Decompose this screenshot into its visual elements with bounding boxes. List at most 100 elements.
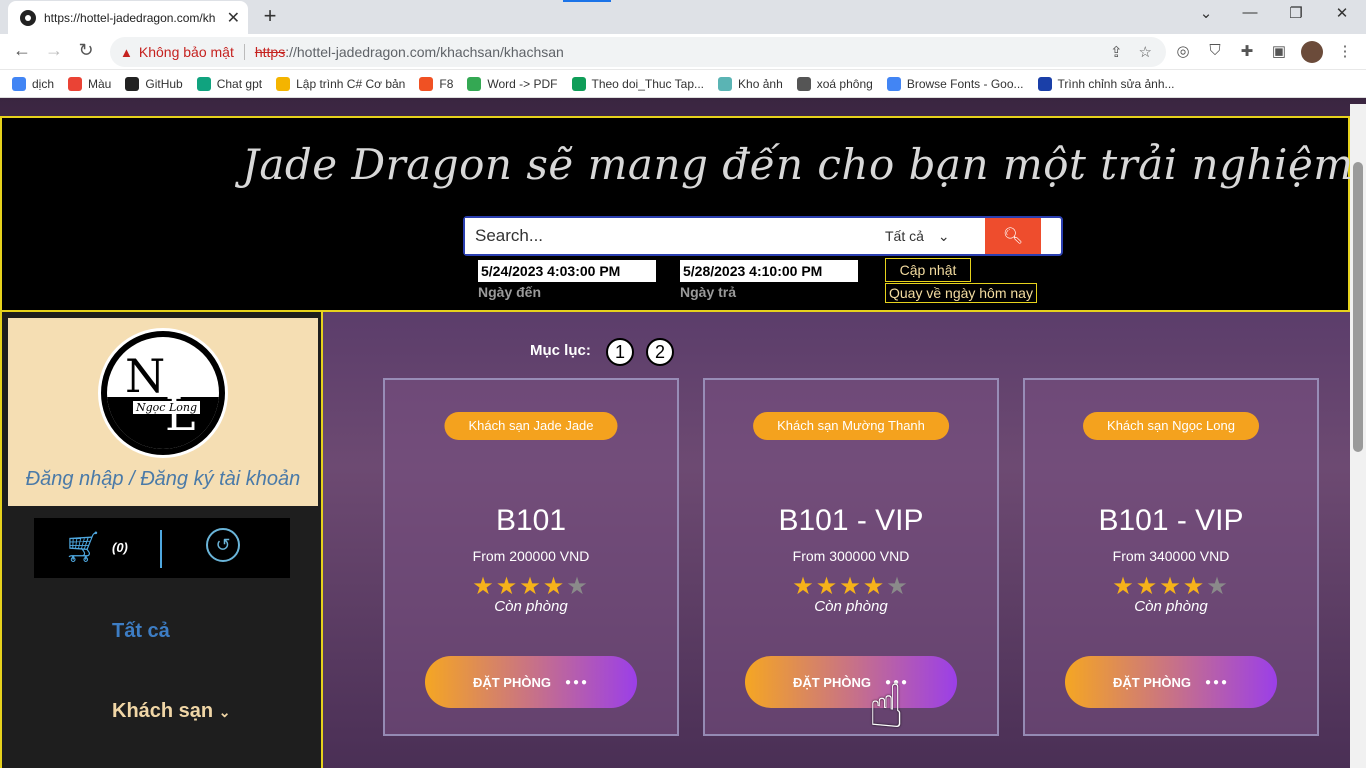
page-button-1[interactable]: 1 [606,338,634,366]
cart-icon[interactable]: 🛒︎ [64,530,102,565]
url-scheme: https [254,44,286,60]
bookmark-item[interactable]: F8 [419,76,453,91]
room-card: Khách sạn Ngọc Long B101 - VIP From 340000… [1023,378,1319,736]
rating-stars: ★★★★★ [1025,572,1317,601]
page-button-2[interactable]: 2 [646,338,674,366]
site-favicon-icon [20,9,36,26]
bookmark-item[interactable]: Lập trình C# Cơ bản [276,76,406,91]
star-icon: ★ [886,573,910,600]
book-room-button[interactable]: ĐẶT PHÒNG ●●● [745,656,957,708]
reset-today-button[interactable]: Quay về ngày hôm nay [885,283,1037,303]
availability-status: Còn phòng [1134,598,1208,615]
extensions-puzzle-icon[interactable]: ✚ [1236,42,1258,60]
bookmarks-bar: dịch Màu GitHub Chat gpt Lập trình C# Cơ bản… [0,70,1366,98]
extension-shield-icon[interactable]: ⛉ [1204,42,1226,59]
bookmark-favicon-icon [467,76,482,91]
page-viewport: Jade Dragon sẽ mang đến cho bạn một trải… [0,98,1366,768]
star-icon: ★ [815,573,840,600]
bookmark-label: Lập trình C# Cơ bản [296,76,406,91]
extension-compass-icon[interactable]: ◎ [1172,42,1194,60]
side-panel-icon[interactable]: ▣ [1268,42,1290,60]
star-icon: ★ [839,573,863,600]
dots-icon: ●●● [1204,676,1230,688]
star-icon: ★ [1159,573,1183,600]
bookmark-label: Kho ảnh [738,76,783,91]
bookmark-label: dịch [32,76,55,91]
share-icon[interactable]: ⇪ [1110,43,1123,61]
back-icon[interactable]: ← [10,40,34,61]
profile-avatar[interactable] [1301,41,1323,63]
category-select[interactable]: Tất cả ⌄ [885,218,985,254]
bookmark-favicon-icon [125,76,140,91]
maximize-button[interactable]: ❐ [1276,4,1316,22]
brand-logo: N L Ngọc Long [98,328,228,458]
sidebar-item-all[interactable]: Tất cả [112,620,170,643]
bookmark-item[interactable]: Browse Fonts - Goo... [886,76,1024,91]
book-room-button[interactable]: ĐẶT PHÒNG ●●● [425,656,637,708]
availability-status: Còn phòng [814,598,888,615]
book-room-label: ĐẶT PHÒNG [1112,674,1191,690]
bookmark-label: Màu [88,76,112,91]
star-icon: ★ [862,573,887,600]
search-button[interactable]: 🔍︎ [985,218,1041,254]
search-input[interactable] [465,218,885,254]
hand-cursor-icon: ☝︎ [868,673,905,740]
bookmark-favicon-icon [796,76,811,91]
bookmark-item[interactable]: Chat gpt [196,76,262,91]
address-bar[interactable]: ▲ Không bảo mật https ://hottel-jadedrag… [110,37,1166,67]
minimize-button[interactable]: — [1230,4,1270,21]
new-tab-button[interactable]: + [256,5,284,29]
bookmark-item[interactable]: dịch [12,76,55,91]
dots-icon: ●●● [564,676,590,688]
reload-icon[interactable]: ↻ [74,40,98,61]
bookmark-item[interactable]: Theo doi_Thuc Tap... [571,76,704,91]
search-icon: 🔍︎ [1002,228,1024,245]
checkout-label: Ngày trả [680,284,737,300]
bookmark-item[interactable]: xoá phông [796,76,873,91]
bookmark-favicon-icon [1037,76,1052,91]
page-scrollbar[interactable] [1350,104,1366,768]
browser-tab[interactable]: https://hottel-jadedragon.com/kh ✕ [8,1,248,34]
checkin-field[interactable]: 5/24/2023 4:03:00 PM [478,260,656,282]
omnibox-divider [243,44,245,60]
room-price: From 200000 VND [472,548,590,564]
chevron-down-icon: ⌄ [937,227,950,244]
close-tab-icon[interactable]: ✕ [227,8,240,28]
cart-history-bar: 🛒︎ (0) ↺ [34,518,290,578]
hotel-badge: Khách sạn Ngọc Long [1083,412,1259,440]
tab-search-icon[interactable]: ⌄ [1186,4,1226,22]
hero-slogan: Jade Dragon sẽ mang đến cho bạn một trải… [242,140,1366,189]
room-name: B101 [495,504,567,537]
tab-title: https://hottel-jadedragon.com/kh [44,10,216,25]
star-icon: ★ [542,573,567,600]
tab-strip: https://hottel-jadedragon.com/kh ✕ + ⌄ —… [0,0,1366,34]
close-window-button[interactable]: ✕ [1322,4,1362,22]
star-icon: ★ [1182,573,1207,600]
star-icon: ★ [1112,573,1136,600]
history-icon[interactable]: ↺ [206,528,240,562]
checkout-field[interactable]: 5/28/2023 4:10:00 PM [680,260,858,282]
bookmark-favicon-icon [571,76,586,91]
sidebar-item-hotels[interactable]: Khách sạn ⌄ [112,700,230,723]
book-room-button[interactable]: ĐẶT PHÒNG ●●● [1065,656,1277,708]
bookmark-label: GitHub [145,76,183,91]
logo-disc: N L Ngọc Long [107,337,219,449]
bookmark-item[interactable]: Màu [68,76,112,91]
insecure-label[interactable]: Không bảo mật [139,44,234,60]
warning-icon[interactable]: ▲ [120,45,133,60]
toc-label: Mục lục: [530,342,591,359]
menu-kebab-icon[interactable]: ⋮ [1334,42,1356,60]
scrollbar-thumb[interactable] [1353,162,1363,452]
room-card: Khách sạn Mường Thanh B101 - VIP From 3000… [703,378,999,736]
login-register-link[interactable]: Đăng nhập / Đăng ký tài khoản [8,468,318,491]
bookmark-item[interactable]: Word -> PDF [467,76,558,91]
bookmark-item[interactable]: Kho ảnh [718,76,783,91]
rating-stars: ★★★★★ [705,572,997,601]
star-icon: ★ [792,573,816,600]
bookmark-item[interactable]: Trình chỉnh sửa ảnh... [1037,76,1175,91]
bookmark-item[interactable]: GitHub [125,76,183,91]
update-button[interactable]: Cập nhật [885,258,971,282]
forward-icon[interactable]: → [42,40,66,61]
bookmark-star-icon[interactable]: ☆ [1139,43,1152,61]
logo-letter-l: L [165,387,196,441]
